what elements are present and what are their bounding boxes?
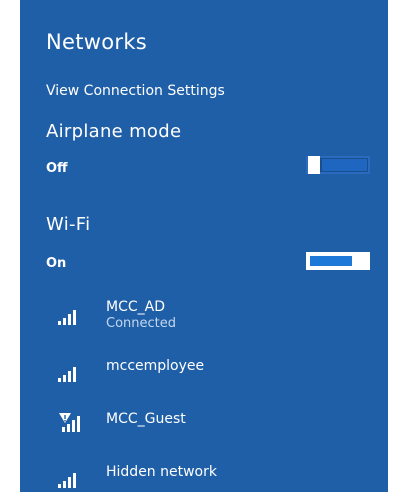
network-item-mccemployee[interactable]: mccemployee (58, 358, 378, 398)
wifi-state-label: On (46, 256, 67, 271)
wifi-title: Wi-Fi (46, 214, 91, 235)
wifi-toggle-track (310, 256, 352, 266)
wifi-signal-icon (58, 310, 76, 325)
network-name: MCC_Guest (106, 411, 186, 427)
wifi-signal-icon (58, 367, 76, 382)
airplane-mode-title: Airplane mode (46, 121, 182, 142)
network-name: Hidden network (106, 464, 217, 480)
wifi-signal-warning-icon (59, 413, 80, 432)
view-connection-settings-link[interactable]: View Connection Settings (46, 83, 225, 99)
wifi-toggle[interactable] (306, 252, 370, 270)
network-name: MCC_AD (106, 299, 165, 315)
wifi-toggle-knob (354, 252, 368, 270)
panel-title: Networks (46, 30, 148, 54)
network-item-mcc-guest[interactable]: MCC_Guest (58, 411, 378, 451)
network-status: Connected (106, 316, 177, 331)
airplane-mode-toggle-track (322, 159, 367, 171)
network-item-mcc-ad[interactable]: MCC_AD Connected (58, 299, 378, 339)
airplane-mode-state-label: Off (46, 161, 68, 176)
network-item-hidden-network[interactable]: Hidden network (58, 464, 378, 504)
wifi-signal-icon (58, 473, 76, 488)
network-name: mccemployee (106, 358, 205, 374)
networks-panel: Networks View Connection Settings Airpla… (20, 0, 388, 492)
airplane-mode-toggle-knob (308, 156, 320, 174)
airplane-mode-toggle[interactable] (306, 156, 370, 174)
